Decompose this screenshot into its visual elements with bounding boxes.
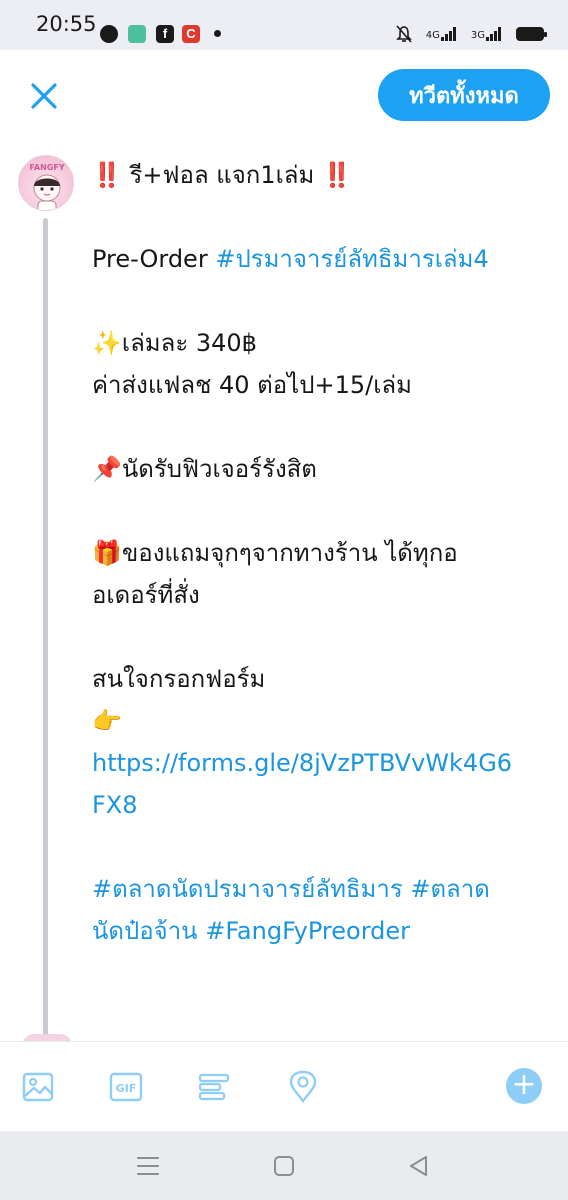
close-icon[interactable]: [28, 80, 60, 112]
dot-icon: [214, 30, 221, 37]
gif-label: GIF: [116, 1082, 137, 1095]
message-icon: [128, 25, 146, 43]
pushpin-icon: 📌: [92, 455, 122, 483]
hashtag-links-continued[interactable]: นัดป๋อจ้าน #FangFyPreorder: [92, 910, 554, 952]
gift-icon: 🎁: [92, 539, 122, 567]
menu-icon[interactable]: [136, 1155, 160, 1177]
gift-line-2: อเดอร์ที่สั่ง: [92, 581, 200, 609]
pickup-text: นัดรับฟิวเจอร์รังสิต: [121, 455, 317, 483]
interest-line: สนใจกรอกฟอร์ม: [92, 665, 266, 693]
sparkles-icon: ✨: [92, 329, 122, 357]
location-icon[interactable]: [286, 1070, 320, 1104]
headline-text: รี+ฟอล แจก1เล่ม: [129, 161, 315, 189]
price-text: เล่มละ 340฿: [121, 329, 257, 357]
gift-line: 🎁ของแถมจุกๆจากทางร้าน ได้ทุกอ: [92, 532, 554, 574]
image-icon[interactable]: [21, 1070, 55, 1104]
price-line: ✨เล่มละ 340฿: [92, 322, 554, 364]
signal-4g-label: 4G: [425, 30, 440, 41]
avatar-illustration: FANGFY: [29, 163, 65, 210]
battery-icon: [516, 27, 547, 41]
preorder-line: Pre-Order #ปรมาจารย์ลัทธิมารเล่ม4: [92, 238, 554, 280]
signal-3g-label: 3G: [470, 30, 485, 41]
form-link-continued[interactable]: FX8: [92, 784, 554, 826]
signal-3g-icon: 3G: [471, 27, 502, 41]
c-app-icon: C: [182, 25, 200, 43]
form-link[interactable]: https://forms.gle/8jVzPTBVvWk4G6: [92, 742, 554, 784]
double-exclamation-icon: ‼️: [321, 161, 352, 189]
pointing-hand-icon: 👉: [92, 707, 122, 735]
avatar[interactable]: FANGFY: [18, 155, 74, 211]
double-exclamation-icon: ‼️: [92, 161, 122, 189]
pickup-line: 📌นัดรับฟิวเจอร์รังสิต: [92, 448, 554, 490]
status-bar: 20:55 f C 4G 3G: [0, 0, 568, 50]
signal-4g-icon: 4G: [426, 27, 457, 41]
preorder-text: Pre-Order: [92, 245, 216, 273]
add-tweet-button[interactable]: +: [506, 1068, 542, 1104]
tweet-headline: ‼️ รี+ฟอล แจก1เล่ม ‼️: [92, 154, 554, 196]
messenger-icon: [100, 25, 118, 43]
gift-text: ของแถมจุกๆจากทางร้าน ได้ทุกอ: [121, 539, 458, 567]
tweet-text[interactable]: ‼️ รี+ฟอล แจก1เล่ม ‼️ Pre-Order #ปรมาจาร…: [92, 154, 554, 952]
avatar-text: FANGFY: [29, 163, 64, 172]
hashtag-link[interactable]: #ปรมาจารย์ลัทธิมารเล่ม4: [215, 245, 488, 273]
navigation-bar: [0, 1131, 568, 1200]
shipping-line: ค่าส่งแฟลช 40 ต่อไป+15/เล่ม: [92, 371, 412, 399]
gif-icon[interactable]: GIF: [109, 1070, 143, 1104]
back-icon[interactable]: [407, 1154, 429, 1178]
status-time: 20:55: [36, 12, 97, 36]
compose-toolbar: GIF: [0, 1041, 568, 1131]
home-icon[interactable]: [273, 1155, 295, 1177]
status-icons: 4G 3G: [395, 22, 547, 46]
poll-icon[interactable]: [197, 1070, 231, 1104]
facebook-icon: f: [156, 25, 174, 43]
mute-icon: [395, 25, 412, 43]
tweet-all-button[interactable]: ทวีตทั้งหมด: [378, 69, 550, 121]
hashtag-links[interactable]: #ตลาดนัดปรมาจารย์ลัทธิมาร #ตลาด: [92, 868, 554, 910]
thread-line: [43, 218, 48, 1040]
